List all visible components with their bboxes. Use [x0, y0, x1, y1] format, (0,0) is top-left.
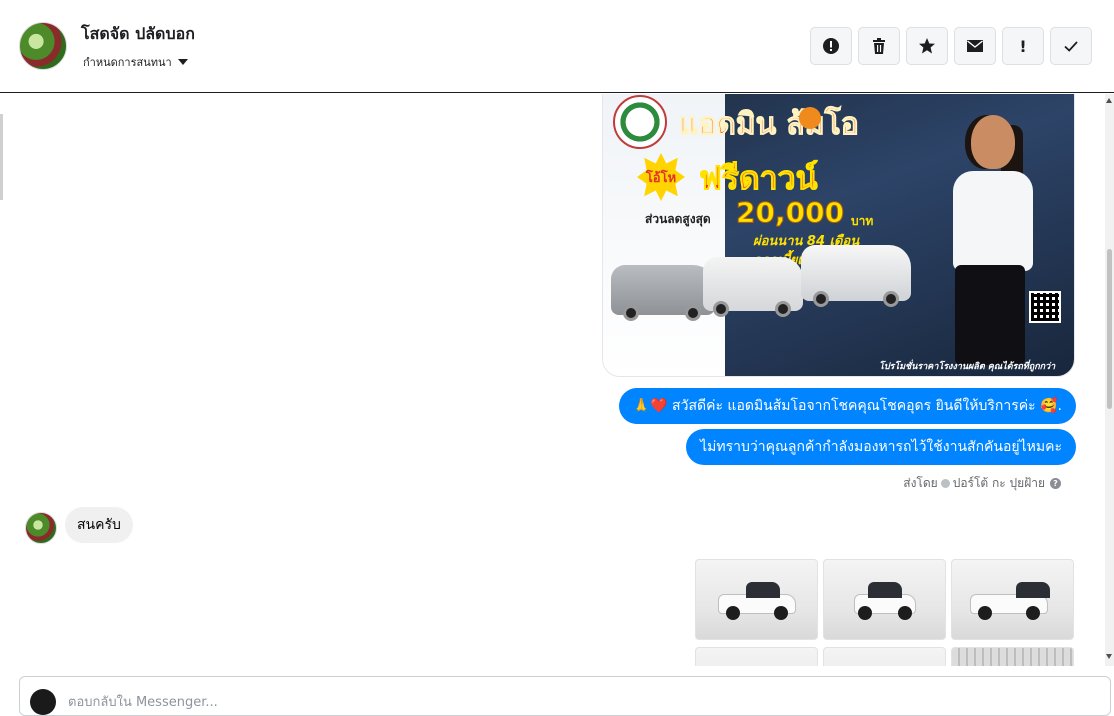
promo-discount-label: ส่วนลดสูงสุด — [645, 212, 711, 226]
car-photo-thumbnail[interactable] — [695, 559, 818, 640]
sent-by-label: ส่งโดย — [903, 476, 938, 490]
promo-discount-amount: 20,000 — [735, 196, 845, 230]
scroll-down-arrow-icon[interactable] — [1106, 654, 1112, 659]
incoming-message[interactable]: สนครับ — [65, 507, 133, 543]
sender-status-icon — [940, 479, 950, 488]
car-photo-thumbnail[interactable] — [951, 647, 1074, 666]
page-avatar — [30, 689, 56, 715]
important-icon: ! — [1019, 36, 1027, 56]
sent-by-info: ส่งโดย ปอร์โต้ กะ ปุยฝ้าย ? — [903, 474, 1061, 493]
conversation-settings-dropdown[interactable]: กำหนดการสนทนา — [83, 53, 188, 71]
dealer-logo — [613, 95, 667, 149]
reply-input[interactable]: ตอบกลับใน Messenger... — [68, 691, 218, 712]
thread-scrollbar[interactable] — [1105, 94, 1114, 666]
white-cargo-truck-image — [801, 245, 911, 307]
silver-sedan-image — [611, 265, 715, 321]
qr-code — [1029, 291, 1061, 323]
outgoing-message[interactable]: 🙏❤️ สวัสดีค่ะ แอดมินส้มโอจากโชคคุณโชคอุด… — [618, 388, 1076, 424]
promo-title: แอดมิน ส้มโอ — [679, 107, 860, 143]
sender-avatar[interactable] — [25, 512, 57, 544]
car-photo-thumbnail[interactable] — [695, 647, 818, 666]
promo-model-person — [933, 115, 1053, 365]
help-icon[interactable]: ? — [1050, 478, 1061, 489]
reply-composer[interactable]: ตอบกลับใน Messenger... — [19, 676, 1111, 716]
promo-badge-text: โอ้โห — [645, 170, 677, 186]
car-photo-thumbnail[interactable] — [823, 559, 946, 640]
sent-by-name[interactable]: ปอร์โต้ กะ ปุยฝ้าย — [953, 474, 1045, 493]
promo-image[interactable]: แอดมิน ส้มโอ โอ้โห ฟรีดาวน์ ส่วนลดสูงสุด… — [602, 94, 1075, 377]
scroll-up-arrow-icon[interactable] — [1106, 98, 1112, 103]
message-thread[interactable]: แอดมิน ส้มโอ โอ้โห ฟรีดาวน์ ส่วนลดสูงสุด… — [0, 94, 1105, 666]
orange-fruit-icon — [799, 107, 821, 129]
mark-unread-button[interactable] — [954, 27, 996, 65]
trash-icon — [873, 38, 885, 54]
car-photo-thumbnail[interactable] — [823, 647, 946, 666]
check-icon — [1064, 41, 1078, 52]
scrollbar-thumb[interactable] — [1107, 249, 1112, 409]
conversation-settings-label: กำหนดการสนทนา — [83, 56, 172, 69]
mark-important-button[interactable]: ! — [1002, 27, 1044, 65]
conversation-header: โสดจัด ปลัดบอก กำหนดการสนทนา ! — [0, 0, 1114, 93]
report-icon — [823, 38, 839, 54]
report-button[interactable] — [810, 27, 852, 65]
mail-icon — [967, 40, 983, 52]
star-icon — [919, 38, 935, 54]
outgoing-message[interactable]: ไม่ทราบว่าคุณลูกค้ากำลังมองหารถไว้ใช้งาน… — [686, 429, 1076, 465]
mark-done-button[interactable] — [1050, 27, 1092, 65]
promo-discount-unit: บาท — [851, 214, 874, 228]
contact-avatar[interactable] — [19, 22, 67, 70]
white-pickup-image — [703, 257, 803, 317]
delete-button[interactable] — [858, 27, 900, 65]
chevron-down-icon — [177, 59, 188, 65]
contact-name[interactable]: โสดจัด ปลัดบอก — [81, 22, 195, 47]
star-button[interactable] — [906, 27, 948, 65]
car-photo-thumbnail[interactable] — [951, 559, 1074, 640]
promo-footer: โปรโมชั่นราคาโรงงานผลิต คุณได้รถที่ถูกกว… — [879, 362, 1056, 372]
